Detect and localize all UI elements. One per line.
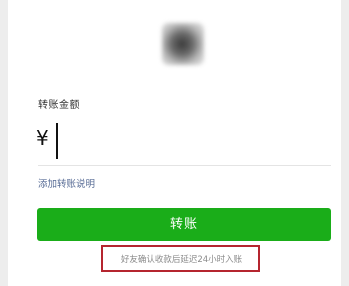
amount-input[interactable] bbox=[54, 120, 329, 162]
delay-notice: 好友确认收款后延迟24小时入账 bbox=[120, 255, 243, 265]
add-transfer-note-link[interactable]: 添加转账说明 bbox=[38, 176, 95, 190]
currency-symbol: ¥ bbox=[36, 126, 49, 150]
transfer-button[interactable]: 转账 bbox=[37, 208, 331, 241]
transfer-card: 转账金额 ¥ 添加转账说明 转账 好友确认收款后延迟24小时入账 bbox=[8, 0, 341, 286]
payee-avatar bbox=[162, 23, 204, 65]
amount-divider bbox=[38, 165, 331, 166]
amount-label: 转账金额 bbox=[38, 100, 80, 111]
text-caret bbox=[56, 123, 58, 159]
